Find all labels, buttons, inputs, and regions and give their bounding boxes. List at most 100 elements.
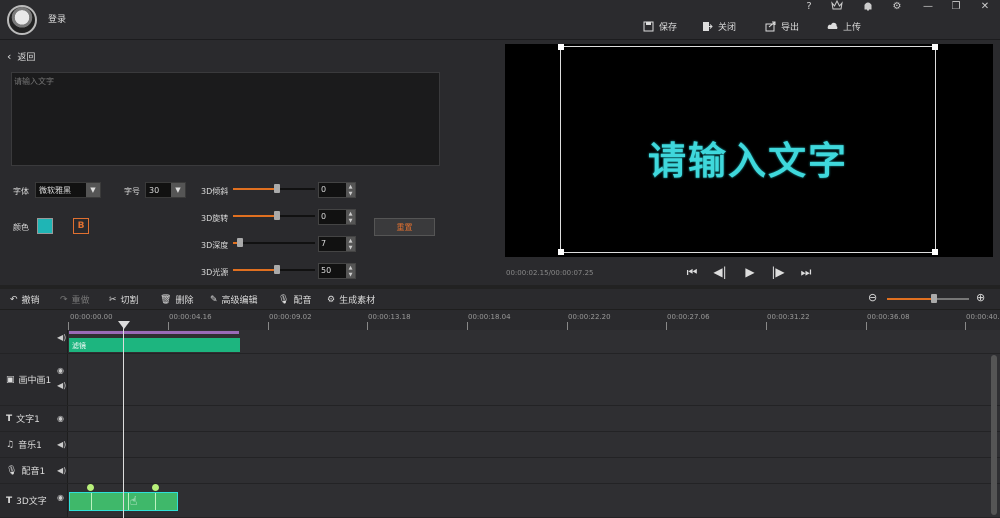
back-button[interactable]: ‹ 返回: [7, 50, 35, 63]
bold-button[interactable]: B: [73, 218, 89, 234]
font-label: 字体: [13, 187, 29, 196]
redo-icon: ↷: [60, 294, 68, 305]
resize-handle[interactable]: [558, 249, 564, 255]
hand-cursor-icon: ☝: [130, 494, 138, 508]
save-button[interactable]: 保存: [643, 19, 677, 33]
eye-icon[interactable]: ◉: [57, 414, 64, 423]
skip-end-icon[interactable]: ⏭: [798, 264, 814, 280]
ruler-label: 00:00:18.04: [468, 313, 511, 321]
microphone-icon: 🎙: [278, 294, 290, 305]
resize-handle[interactable]: [558, 44, 564, 50]
eye-icon[interactable]: ◉: [57, 493, 64, 502]
pip-track: ▣ 画中画1 ◉ ◀): [0, 354, 1000, 406]
skip-start-icon[interactable]: ⏮: [684, 264, 700, 280]
down-arrow-icon[interactable]: ▼: [349, 191, 353, 197]
close-window-icon[interactable]: ✕: [977, 1, 993, 12]
text-track-label: 文字1: [16, 415, 40, 425]
advanced-label: 高级编辑: [221, 296, 258, 306]
minimize-icon[interactable]: —: [920, 1, 936, 12]
keyframe-dot[interactable]: [87, 484, 94, 491]
down-arrow-icon[interactable]: ▼: [349, 218, 353, 224]
ruler-label: 00:00:00.00: [70, 313, 113, 321]
3d-text-track-label: 3D文字: [16, 497, 47, 507]
undo-button[interactable]: ↶ 撤销: [10, 293, 40, 307]
pencil-icon: ✎: [210, 294, 218, 305]
preview-text: 请输入文字: [647, 139, 848, 183]
down-arrow-icon[interactable]: ▼: [349, 245, 353, 251]
depth-spinbox[interactable]: 7 ▲ ▼: [318, 236, 356, 252]
resize-handle[interactable]: [932, 249, 938, 255]
bell-icon[interactable]: [860, 1, 876, 15]
play-icon[interactable]: ▶: [742, 264, 758, 280]
playhead-line[interactable]: [123, 322, 124, 518]
zoom-slider[interactable]: [887, 294, 969, 304]
up-arrow-icon[interactable]: ▲: [349, 184, 353, 190]
down-arrow-icon[interactable]: ▼: [349, 272, 353, 278]
advanced-edit-button[interactable]: ✎ 高级编辑: [210, 293, 258, 307]
zoom-in-icon[interactable]: ⊕: [976, 291, 985, 304]
help-icon[interactable]: ?: [801, 1, 817, 12]
close-button[interactable]: 关闭: [702, 19, 736, 33]
playhead-marker[interactable]: [118, 321, 130, 329]
crown-icon[interactable]: [829, 0, 845, 14]
chevron-down-icon: ▼: [86, 183, 100, 197]
keyframe-dot[interactable]: [152, 484, 159, 491]
size-value: 30: [149, 185, 160, 195]
zoom-out-icon[interactable]: ⊖: [868, 291, 877, 304]
ruler-label: 00:00:13.18: [368, 313, 411, 321]
up-arrow-icon[interactable]: ▲: [349, 211, 353, 217]
settings-gear-icon[interactable]: ⚙: [889, 1, 905, 12]
up-arrow-icon[interactable]: ▲: [349, 238, 353, 244]
music-track: ♫ 音乐1 ◀): [0, 432, 1000, 458]
title-bar: 登录 ? ⚙ — ❐ ✕ 保存 关闭 导出 上传: [0, 0, 1000, 40]
dub-button[interactable]: 🎙 配音: [278, 293, 311, 307]
step-forward-icon[interactable]: |▶: [770, 264, 786, 280]
resize-handle[interactable]: [932, 44, 938, 50]
login-link[interactable]: 登录: [48, 12, 66, 25]
tilt-spinbox[interactable]: 0 ▲ ▼: [318, 182, 356, 198]
export-button[interactable]: 导出: [765, 19, 799, 33]
time-ruler[interactable]: 00:00:00.00 00:00:04.16 00:00:09.02 00:0…: [68, 310, 1000, 330]
color-label: 颜色: [13, 223, 29, 232]
rotate-slider[interactable]: [233, 211, 315, 221]
rotate-spinbox[interactable]: 0 ▲ ▼: [318, 209, 356, 225]
filter-clip[interactable]: 滤镜: [69, 338, 240, 352]
upload-label: 上传: [843, 22, 862, 33]
eye-icon[interactable]: ◉: [57, 366, 64, 375]
speaker-icon[interactable]: ◀): [57, 466, 66, 475]
speaker-icon[interactable]: ◀): [57, 381, 66, 390]
film-reel-icon: ⚙: [327, 294, 336, 305]
light-spinbox[interactable]: 50 ▲ ▼: [318, 263, 356, 279]
delete-button[interactable]: 🗑 删除: [160, 293, 193, 307]
undo-label: 撤销: [21, 296, 40, 306]
ruler-label: 00:00:09.02: [269, 313, 312, 321]
reset-button[interactable]: 重置: [374, 218, 435, 236]
step-back-icon[interactable]: ◀|: [712, 264, 728, 280]
ruler-label: 00:00:04.16: [169, 313, 212, 321]
generate-button[interactable]: ⚙ 生成素材: [327, 293, 376, 307]
speaker-icon[interactable]: ◀): [57, 440, 66, 449]
upload-button[interactable]: 上传: [827, 19, 861, 33]
text-t-icon: T: [6, 413, 13, 424]
ruler-label: 00:00:36.08: [867, 313, 910, 321]
font-select[interactable]: 微软雅黑 ▼: [35, 182, 101, 198]
up-arrow-icon[interactable]: ▲: [349, 265, 353, 271]
save-label: 保存: [659, 22, 678, 33]
light-slider[interactable]: [233, 265, 315, 275]
speaker-icon[interactable]: ◀): [57, 333, 66, 342]
generate-label: 生成素材: [339, 296, 376, 306]
redo-button[interactable]: ↷ 重做: [60, 293, 90, 307]
depth-slider[interactable]: [233, 238, 315, 248]
ruler-label: 00:00:31.22: [767, 313, 810, 321]
dub-track: 🎙 配音1 ◀): [0, 458, 1000, 484]
size-select[interactable]: 30 ▼: [145, 182, 186, 198]
maximize-icon[interactable]: ❐: [948, 1, 964, 12]
timecode: 00:00:02.15/00:00:07.25: [506, 269, 594, 277]
color-swatch[interactable]: [37, 218, 53, 234]
cut-button[interactable]: ✂ 切割: [109, 293, 139, 307]
vertical-scrollbar[interactable]: [991, 355, 997, 515]
tilt-slider[interactable]: [233, 184, 315, 194]
trash-icon: 🗑: [160, 294, 172, 305]
text-input[interactable]: [11, 72, 440, 166]
undo-icon: ↶: [10, 294, 18, 305]
